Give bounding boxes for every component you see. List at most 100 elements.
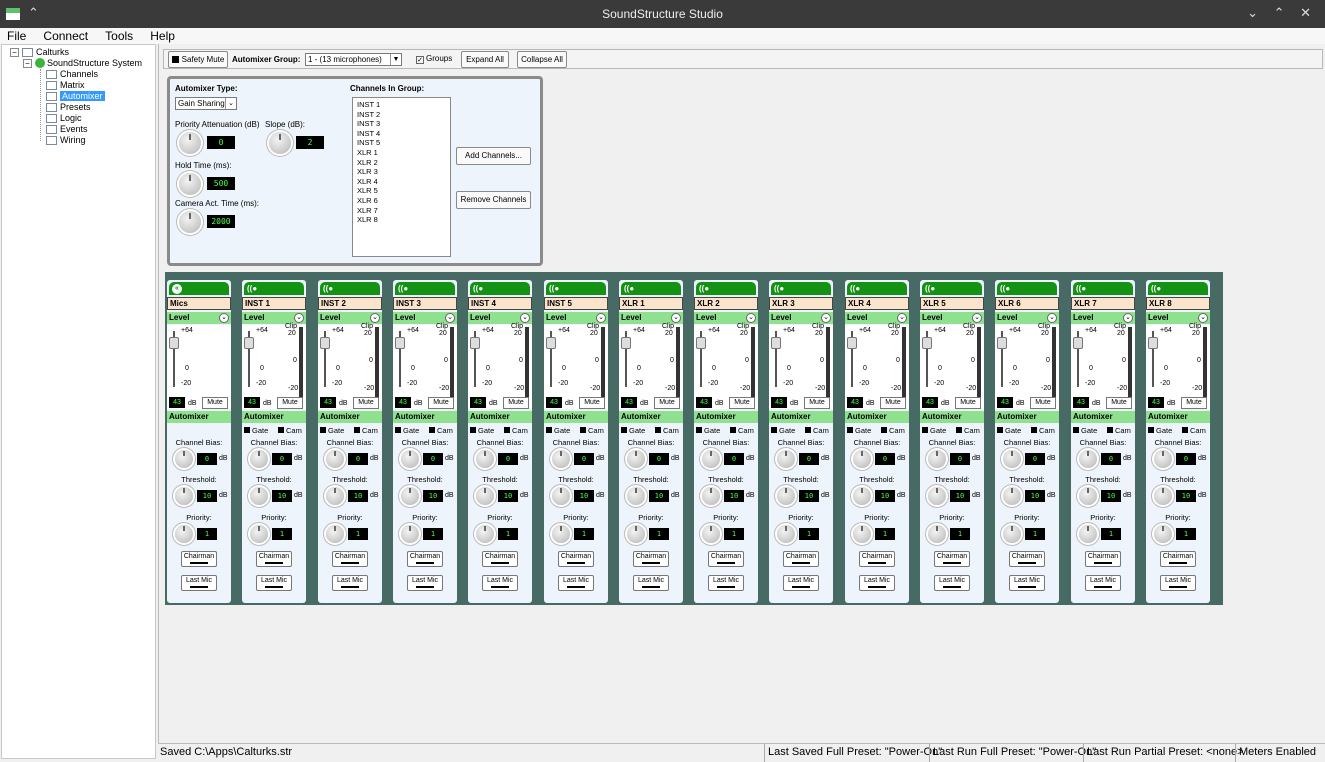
fader-handle[interactable]	[1073, 337, 1083, 349]
bias-knob[interactable]	[853, 450, 871, 468]
tree-item-automixer[interactable]: Automixer	[46, 91, 105, 101]
threshold-value[interactable]: 10	[1025, 490, 1045, 502]
channel-list-item[interactable]: XLR 7	[357, 206, 446, 216]
bias-value[interactable]: 0	[1176, 453, 1196, 465]
priority-value[interactable]: 1	[799, 528, 819, 540]
fader-handle[interactable]	[395, 337, 405, 349]
chairman-button[interactable]: Chairman	[783, 551, 819, 567]
last-mic-button[interactable]: Last Mic	[256, 575, 292, 591]
expand-all-button[interactable]: Expand All	[461, 51, 509, 68]
tree-item-logic[interactable]: Logic	[46, 113, 82, 123]
threshold-knob[interactable]	[627, 487, 645, 505]
camera-time-value[interactable]: 2000	[207, 215, 235, 228]
last-mic-button[interactable]: Last Mic	[934, 575, 970, 591]
bias-knob[interactable]	[401, 450, 419, 468]
automixer-section-header[interactable]: Automixer	[544, 411, 608, 423]
strip-header[interactable]: ((●	[320, 282, 380, 295]
priority-value[interactable]: 1	[950, 528, 970, 540]
threshold-value[interactable]: 10	[724, 490, 744, 502]
automixer-section-header[interactable]: Automixer	[845, 411, 909, 423]
bias-value[interactable]: 0	[348, 453, 368, 465]
bias-knob[interactable]	[250, 450, 268, 468]
channel-list-item[interactable]: INST 2	[357, 110, 446, 120]
mute-button[interactable]: Mute	[428, 397, 454, 409]
mute-button[interactable]: Mute	[353, 397, 379, 409]
tree-item-presets[interactable]: Presets	[46, 102, 91, 112]
collapse-all-button[interactable]: Collapse All	[517, 51, 567, 68]
channel-list-item[interactable]: INST 4	[357, 129, 446, 139]
level-value[interactable]: 43	[244, 397, 260, 408]
fader-handle[interactable]	[997, 337, 1007, 349]
strip-header[interactable]: «	[169, 282, 229, 295]
priority-knob[interactable]	[777, 525, 795, 543]
last-mic-button[interactable]: Last Mic	[633, 575, 669, 591]
priority-knob[interactable]	[627, 525, 645, 543]
bias-knob[interactable]	[326, 450, 344, 468]
last-mic-button[interactable]: Last Mic	[1160, 575, 1196, 591]
priority-knob[interactable]	[476, 525, 494, 543]
chairman-button[interactable]: Chairman	[708, 551, 744, 567]
bias-value[interactable]: 0	[1025, 453, 1045, 465]
last-mic-button[interactable]: Last Mic	[859, 575, 895, 591]
strip-header[interactable]: ((●	[621, 282, 681, 295]
last-mic-button[interactable]: Last Mic	[708, 575, 744, 591]
strip-header[interactable]: ((●	[395, 282, 455, 295]
mute-button[interactable]: Mute	[579, 397, 605, 409]
threshold-knob[interactable]	[777, 487, 795, 505]
chevron-down-icon[interactable]: ⌄	[219, 313, 229, 323]
fader-handle[interactable]	[621, 337, 631, 349]
level-value[interactable]: 43	[922, 397, 938, 408]
chairman-button[interactable]: Chairman	[332, 551, 368, 567]
threshold-value[interactable]: 10	[423, 490, 443, 502]
fader-handle[interactable]	[847, 337, 857, 349]
chevron-down-icon[interactable]: ⌄	[972, 313, 982, 323]
fader-handle[interactable]	[696, 337, 706, 349]
last-mic-button[interactable]: Last Mic	[181, 575, 217, 591]
bias-value[interactable]: 0	[724, 453, 744, 465]
chairman-button[interactable]: Chairman	[256, 551, 292, 567]
chevron-down-icon[interactable]: ⌄	[897, 313, 907, 323]
mute-button[interactable]: Mute	[277, 397, 303, 409]
priority-value[interactable]: 1	[574, 528, 594, 540]
priority-knob[interactable]	[702, 525, 720, 543]
level-value[interactable]: 43	[771, 397, 787, 408]
channel-list-item[interactable]: XLR 6	[357, 196, 446, 206]
threshold-knob[interactable]	[702, 487, 720, 505]
last-mic-button[interactable]: Last Mic	[482, 575, 518, 591]
threshold-knob[interactable]	[1079, 487, 1097, 505]
chairman-button[interactable]: Chairman	[482, 551, 518, 567]
automixer-section-header[interactable]: Automixer	[242, 411, 306, 423]
level-value[interactable]: 43	[320, 397, 336, 408]
last-mic-button[interactable]: Last Mic	[1009, 575, 1045, 591]
strip-header[interactable]: ((●	[546, 282, 606, 295]
threshold-value[interactable]: 10	[1176, 490, 1196, 502]
chevron-down-icon[interactable]: ⌄	[1198, 313, 1208, 323]
add-channels-button[interactable]: Add Channels...	[456, 147, 531, 165]
strip-header[interactable]: ((●	[771, 282, 831, 295]
level-value[interactable]: 43	[847, 397, 863, 408]
chevron-down-icon[interactable]: ⌄	[671, 313, 681, 323]
chevron-down-icon[interactable]: ⌄	[370, 313, 380, 323]
fader-handle[interactable]	[771, 337, 781, 349]
camera-time-knob[interactable]	[179, 211, 201, 233]
threshold-value[interactable]: 10	[799, 490, 819, 502]
priority-value[interactable]: 1	[348, 528, 368, 540]
channel-list-item[interactable]: XLR 3	[357, 167, 446, 177]
channel-list-item[interactable]: XLR 2	[357, 158, 446, 168]
bias-value[interactable]: 0	[272, 453, 292, 465]
priority-knob[interactable]	[1003, 525, 1021, 543]
channel-list-item[interactable]: XLR 4	[357, 177, 446, 187]
priority-attenuation-value[interactable]: 0	[207, 136, 235, 149]
strip-header[interactable]: ((●	[244, 282, 304, 295]
mute-button[interactable]: Mute	[654, 397, 680, 409]
channel-list-item[interactable]: INST 1	[357, 100, 446, 110]
last-mic-button[interactable]: Last Mic	[1085, 575, 1121, 591]
priority-value[interactable]: 1	[1101, 528, 1121, 540]
last-mic-button[interactable]: Last Mic	[407, 575, 443, 591]
automixer-section-header[interactable]: Automixer	[1146, 411, 1210, 423]
threshold-value[interactable]: 10	[272, 490, 292, 502]
automixer-section-header[interactable]: Automixer	[167, 411, 231, 423]
fader-handle[interactable]	[1148, 337, 1158, 349]
priority-value[interactable]: 1	[197, 528, 217, 540]
strip-header[interactable]: ((●	[696, 282, 756, 295]
